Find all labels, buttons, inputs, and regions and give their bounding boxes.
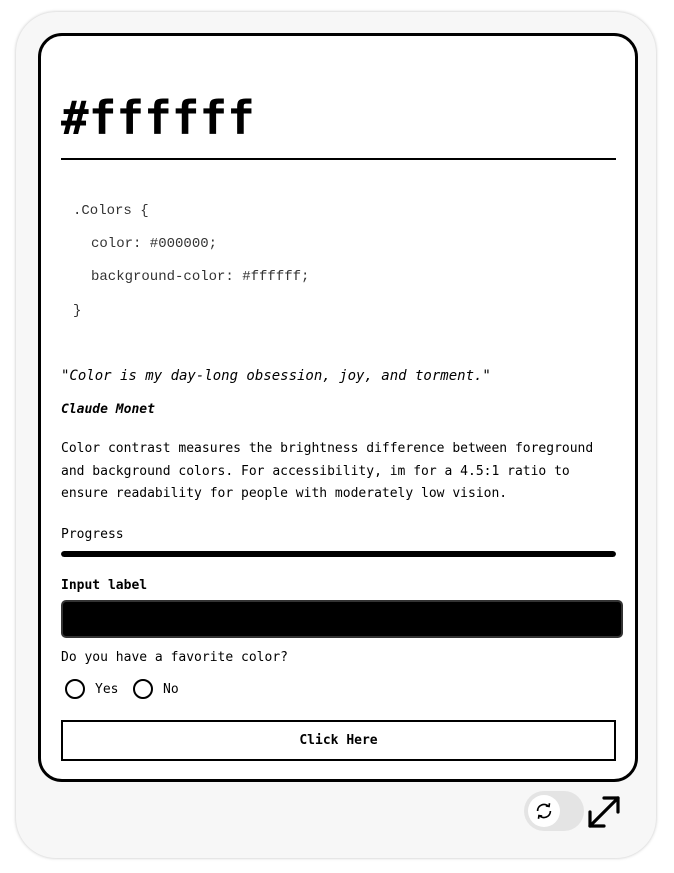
color-preview-card: #ffffff .Colors { color: #000000; backgr… [16,12,656,858]
contrast-description: Color contrast measures the brightness d… [61,441,594,501]
click-here-button[interactable]: Click Here [61,720,616,761]
hex-color-title: #ffffff [61,91,255,145]
radio-label-yes: Yes [95,681,119,697]
radio-circle-icon[interactable] [133,679,153,699]
title-divider [61,158,616,160]
radio-question: Do you have a favorite color? [61,650,288,665]
quote-author: Claude Monet [61,402,155,417]
progress-bar [61,551,616,557]
code-line-close: } [73,303,82,319]
radio-option-no[interactable]: No [133,678,179,700]
color-sample-panel: #ffffff .Colors { color: #000000; backgr… [38,33,638,782]
code-line-selector: .Colors { [73,203,149,219]
progress-bar-fill [61,551,616,557]
refresh-icon [536,803,552,819]
input-label: Input label [61,578,148,593]
radio-option-yes[interactable]: Yes [65,678,118,700]
radio-label-no: No [163,681,179,697]
toggle-knob[interactable] [528,795,560,827]
refresh-toggle[interactable] [524,791,584,831]
text-input-field[interactable] [61,600,623,638]
code-line-color: color: #000000; [91,236,218,252]
code-line-background: background-color: #ffffff; [91,269,310,285]
progress-label: Progress [61,527,124,542]
quote-text: "Color is my day-long obsession, joy, an… [61,368,491,384]
radio-circle-icon[interactable] [65,679,85,699]
expand-icon[interactable] [586,794,622,830]
